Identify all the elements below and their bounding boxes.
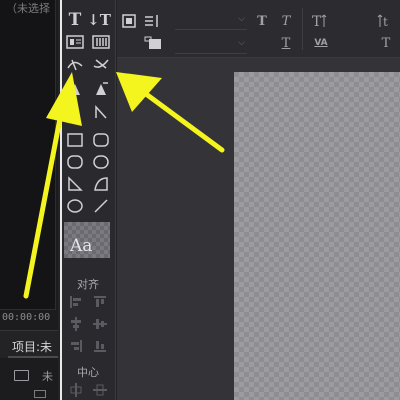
kerning-icon: VA — [314, 38, 328, 48]
preview-monitor — [0, 0, 56, 310]
folder-label: 未 — [42, 370, 53, 383]
align-bottom-button[interactable] — [92, 338, 108, 354]
align-center-vertical-icon — [93, 319, 107, 329]
horizontal-type-tool[interactable]: T — [64, 10, 86, 30]
area-type-icon — [66, 35, 84, 49]
vertical-path-type-icon — [93, 59, 109, 69]
project-panel: （未选择 00:00:00 项目:未 未 — [0, 0, 58, 400]
center-vertical-icon — [93, 384, 107, 396]
transparent-title-canvas[interactable] — [234, 72, 400, 400]
leading-icon: t — [376, 12, 396, 30]
italic-button[interactable]: T — [278, 12, 294, 30]
rectangle-icon — [67, 133, 83, 147]
line-icon — [94, 199, 108, 213]
path-type-icon — [67, 59, 83, 71]
titler-window: （未选择 00:00:00 项目:未 未 T ↓T Aa 对齐 中心 ⌵ ⌵ T… — [0, 0, 400, 400]
project-tab[interactable]: 项目:未 — [12, 338, 52, 355]
rounded-corner-tool[interactable] — [90, 152, 112, 172]
project-tab-underline — [8, 356, 58, 358]
center-section-label: 中心 — [77, 366, 99, 379]
wedge-icon — [68, 176, 83, 191]
film-icon — [122, 14, 136, 28]
preview-status-text: （未选择 — [6, 2, 50, 15]
align-center-horizontal-button[interactable] — [68, 316, 84, 332]
ellipse-tool[interactable] — [64, 196, 86, 216]
style-preview-text: Aa — [70, 236, 93, 256]
center-horizontal-icon — [70, 383, 82, 397]
chevron-down-icon: ⌵ — [238, 38, 245, 48]
align-top-button[interactable] — [92, 294, 108, 310]
ellipse-icon — [67, 199, 83, 213]
convert-anchor-icon — [95, 105, 107, 119]
align-left-icon — [70, 296, 81, 308]
area-type-tool[interactable] — [64, 32, 86, 52]
convert-anchor-tool[interactable] — [90, 102, 112, 122]
line-tool[interactable] — [90, 196, 112, 216]
toolbar-separator — [302, 8, 303, 50]
align-center-vertical-button[interactable] — [92, 316, 108, 332]
timecode-display: 00:00:00 — [2, 312, 51, 323]
rounded-rectangle-tool[interactable] — [90, 130, 112, 150]
tracking-icon: T — [381, 35, 391, 51]
chevron-down-icon: ⌵ — [238, 14, 245, 24]
rectangle-tool[interactable] — [64, 130, 86, 150]
templates-button[interactable] — [142, 34, 164, 52]
align-section-label: 对齐 — [77, 278, 99, 291]
center-horizontal-button[interactable] — [68, 382, 84, 398]
center-vertical-button[interactable] — [92, 382, 108, 398]
vertical-area-type-tool[interactable] — [90, 32, 112, 52]
background-video-toggle[interactable] — [120, 12, 138, 30]
rounded-rectangle-icon — [93, 133, 109, 147]
wedge-tool[interactable] — [64, 174, 86, 194]
rounded-corner-icon — [93, 155, 109, 169]
vertical-area-type-icon — [92, 35, 110, 49]
arc-icon — [94, 177, 108, 191]
bin-icon[interactable] — [34, 390, 46, 398]
bold-button[interactable]: T — [254, 12, 270, 30]
leading-glyph: t — [377, 14, 388, 29]
folder-icon[interactable] — [14, 370, 29, 381]
roll-crawl-icon — [145, 15, 158, 27]
pen-tool[interactable] — [64, 80, 86, 100]
add-anchor-tool[interactable] — [64, 102, 86, 122]
vertical-type-tool[interactable]: ↓T — [87, 10, 111, 30]
align-top-icon — [94, 296, 106, 307]
align-bottom-icon — [94, 341, 106, 352]
add-anchor-icon — [71, 108, 79, 116]
font-size-icon: T — [310, 12, 330, 30]
vertical-path-type-tool[interactable] — [90, 54, 112, 74]
svg-text:t: t — [383, 15, 388, 29]
align-left-button[interactable] — [68, 294, 84, 310]
align-center-horizontal-icon — [71, 317, 81, 331]
font-family-dropdown[interactable]: ⌵ — [175, 10, 247, 30]
roll-crawl-options-button[interactable] — [142, 12, 162, 30]
svg-text:T: T — [312, 14, 322, 29]
align-right-icon — [71, 340, 82, 352]
underline-button[interactable]: T — [278, 34, 294, 52]
delete-anchor-icon — [96, 82, 108, 95]
pen-icon — [70, 84, 80, 95]
clipped-corner-icon — [67, 155, 83, 169]
align-right-button[interactable] — [68, 338, 84, 354]
delete-anchor-tool[interactable] — [90, 80, 112, 100]
path-type-tool[interactable] — [64, 54, 86, 74]
templates-icon — [144, 36, 161, 49]
font-style-dropdown[interactable]: ⌵ — [175, 34, 247, 54]
clipped-corner-tool[interactable] — [64, 152, 86, 172]
font-size-glyph: T — [312, 14, 327, 29]
arc-tool[interactable] — [90, 174, 112, 194]
